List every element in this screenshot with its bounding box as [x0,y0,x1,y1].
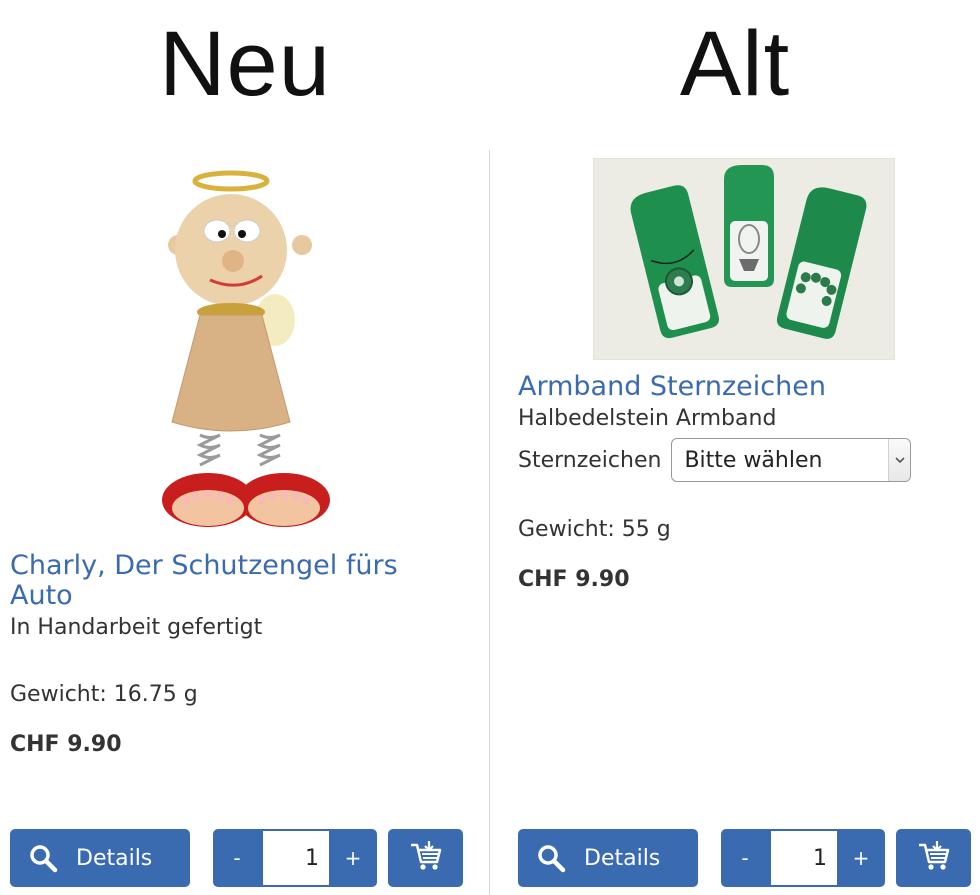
product-weight: Gewicht: 16.75 g [10,682,198,707]
search-icon [28,843,58,873]
quantity-input[interactable]: 1 [263,831,329,885]
product-card-armband: Armband Sternzeichen Halbedelstein Armba… [518,0,973,895]
product-title[interactable]: Charly, Der Schutzengel fürs Auto [10,551,440,611]
zodiac-select-value: Bitte wählen [684,447,823,473]
product-price: CHF 9.90 [10,732,122,757]
column-divider [489,150,490,895]
add-to-cart-button[interactable] [388,829,463,887]
product-subtitle: In Handarbeit gefertigt [10,615,263,640]
product-price: CHF 9.90 [518,567,630,592]
angel-figure-illustration [162,170,330,527]
product-card-charly: Charly, Der Schutzengel fürs Auto In Han… [10,0,480,895]
add-to-cart-button[interactable] [896,829,971,887]
product-image-bracelets[interactable] [593,158,895,360]
chevron-down-icon [888,439,911,481]
details-label: Details [76,845,153,871]
quantity-stepper: - 1 + [213,829,377,887]
cart-add-icon [917,840,951,876]
details-button[interactable]: Details [10,829,190,887]
details-label: Details [584,845,661,871]
quantity-increase-button[interactable]: + [837,829,885,887]
quantity-decrease-button[interactable]: - [721,829,769,887]
variant-label: Sternzeichen [518,447,662,473]
product-weight: Gewicht: 55 g [518,517,671,542]
quantity-decrease-button[interactable]: - [213,829,261,887]
cart-add-icon [409,840,443,876]
bracelet-cards-illustration [630,165,867,339]
zodiac-select[interactable]: Bitte wählen [671,438,912,482]
quantity-input[interactable]: 1 [771,831,837,885]
search-icon [536,843,566,873]
details-button[interactable]: Details [518,829,698,887]
product-title[interactable]: Armband Sternzeichen [518,372,958,402]
product-image-angel[interactable] [50,160,425,540]
variant-selector-row: Sternzeichen Bitte wählen [518,437,912,483]
quantity-stepper: - 1 + [721,829,885,887]
product-subtitle: Halbedelstein Armband [518,406,777,431]
quantity-increase-button[interactable]: + [329,829,377,887]
